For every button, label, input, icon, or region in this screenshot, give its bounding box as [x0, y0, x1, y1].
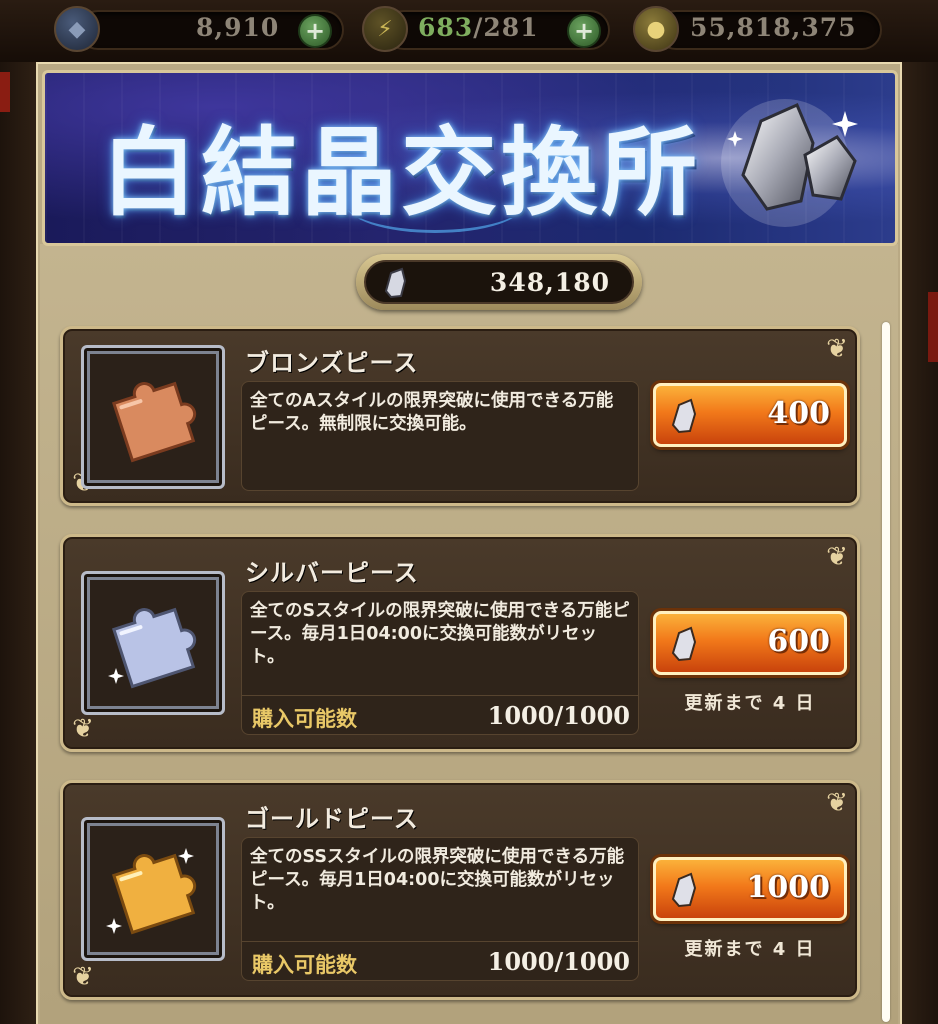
buy-button-silver[interactable]: 600 [653, 611, 847, 675]
gold-value: 55,818,375 [690, 13, 857, 42]
item-name: シルバーピース [245, 559, 419, 587]
lightning-icon: ⚡ [362, 6, 408, 52]
gold-puzzle-piece-icon [106, 848, 197, 935]
item-description: 全てのSスタイルの限界突破に使用できる万能ピース。毎月1日04:00に交換可能数… [250, 601, 630, 667]
corner-ornament-icon: ❦ [72, 714, 94, 744]
refresh-countdown: 更新まで 4 日 [684, 939, 816, 960]
buy-price: 600 [767, 624, 830, 659]
white-crystal-icon [384, 267, 407, 299]
white-crystal-icon [671, 626, 697, 662]
stamina-max: /281 [473, 13, 539, 42]
currency-bar: ◆ 8,910 + ⚡ 683/281 + ● 55,818,375 [0, 0, 938, 62]
scrollbar[interactable] [882, 322, 890, 1022]
item-description: 全てのAスタイルの限界突破に使用できる万能ピース。無制限に交換可能。 [250, 391, 614, 434]
stamina-value: 683/281 [418, 13, 539, 42]
buy-price: 400 [767, 396, 830, 431]
item-description-box: 全てのSスタイルの限界突破に使用できる万能ピース。毎月1日04:00に交換可能数… [241, 591, 639, 697]
white-crystal-icon [671, 398, 697, 434]
stamina-current: 683 [418, 13, 474, 42]
item-image-frame [81, 571, 225, 715]
corner-ornament-icon: ❦ [72, 962, 94, 992]
exchange-panel: 白結晶交換所 348,180 ❦ ❦ [36, 62, 902, 1024]
corner-ornament-icon: ❦ [826, 542, 848, 572]
buy-button-gold[interactable]: 1000 [653, 857, 847, 921]
purchase-limit-label: 購入可能数 [252, 707, 357, 731]
item-name: ブロンズピース [245, 349, 419, 377]
crystal-balance-value: 348,180 [489, 268, 610, 297]
gem-value: 8,910 [196, 13, 280, 42]
corner-ornament-icon: ❦ [826, 334, 848, 364]
white-crystal-icon [721, 99, 858, 227]
white-crystal-icon [671, 872, 697, 908]
crystal-balance: 348,180 [356, 254, 642, 310]
item-description: 全てのSSスタイルの限界突破に使用できる万能ピース。毎月1日04:00に交換可能… [250, 847, 625, 913]
refresh-countdown: 更新まで 4 日 [684, 693, 816, 714]
item-card-bronze: ❦ ❦ ブロンズピース 全てのAスタイルの限界突破に使用できる万能ピース。無制限… [60, 326, 860, 506]
background-right [902, 62, 938, 1024]
purchase-limit-label: 購入可能数 [252, 953, 357, 977]
item-description-box: 全てのAスタイルの限界突破に使用できる万能ピース。無制限に交換可能。 [241, 381, 639, 491]
purchase-limit-value: 1000/1000 [487, 947, 630, 976]
corner-ornament-icon: ❦ [826, 788, 848, 818]
purchase-limit-row: 購入可能数 1000/1000 [241, 941, 639, 981]
background-left [0, 62, 36, 1024]
shop-banner: 白結晶交換所 [42, 70, 898, 246]
bronze-puzzle-piece-icon [111, 381, 197, 463]
gem-icon: ◆ [54, 6, 100, 52]
purchase-limit-value: 1000/1000 [487, 701, 630, 730]
add-stamina-button[interactable]: + [567, 14, 601, 48]
buy-price: 1000 [746, 870, 831, 905]
item-image-frame [81, 345, 225, 489]
item-card-gold: ❦ ❦ ゴールドピース 全てのSSスタイルの限界突破に使用できる万能ピース。毎月… [60, 780, 860, 1000]
item-card-silver: ❦ ❦ シルバーピース 全てのSスタイルの限界突破に使用できる万能ピース。毎月1… [60, 534, 860, 752]
scrollbar-thumb[interactable] [882, 322, 890, 1022]
purchase-limit-row: 購入可能数 1000/1000 [241, 695, 639, 735]
coin-icon: ● [633, 6, 679, 52]
item-name: ゴールドピース [245, 805, 419, 833]
silver-puzzle-piece-icon [108, 607, 197, 689]
item-description-box: 全てのSSスタイルの限界突破に使用できる万能ピース。毎月1日04:00に交換可能… [241, 837, 639, 943]
shop-title: 白結晶交換所 [101, 116, 701, 229]
buy-button-bronze[interactable]: 400 [653, 383, 847, 447]
item-image-frame [81, 817, 225, 961]
add-gems-button[interactable]: + [298, 14, 332, 48]
